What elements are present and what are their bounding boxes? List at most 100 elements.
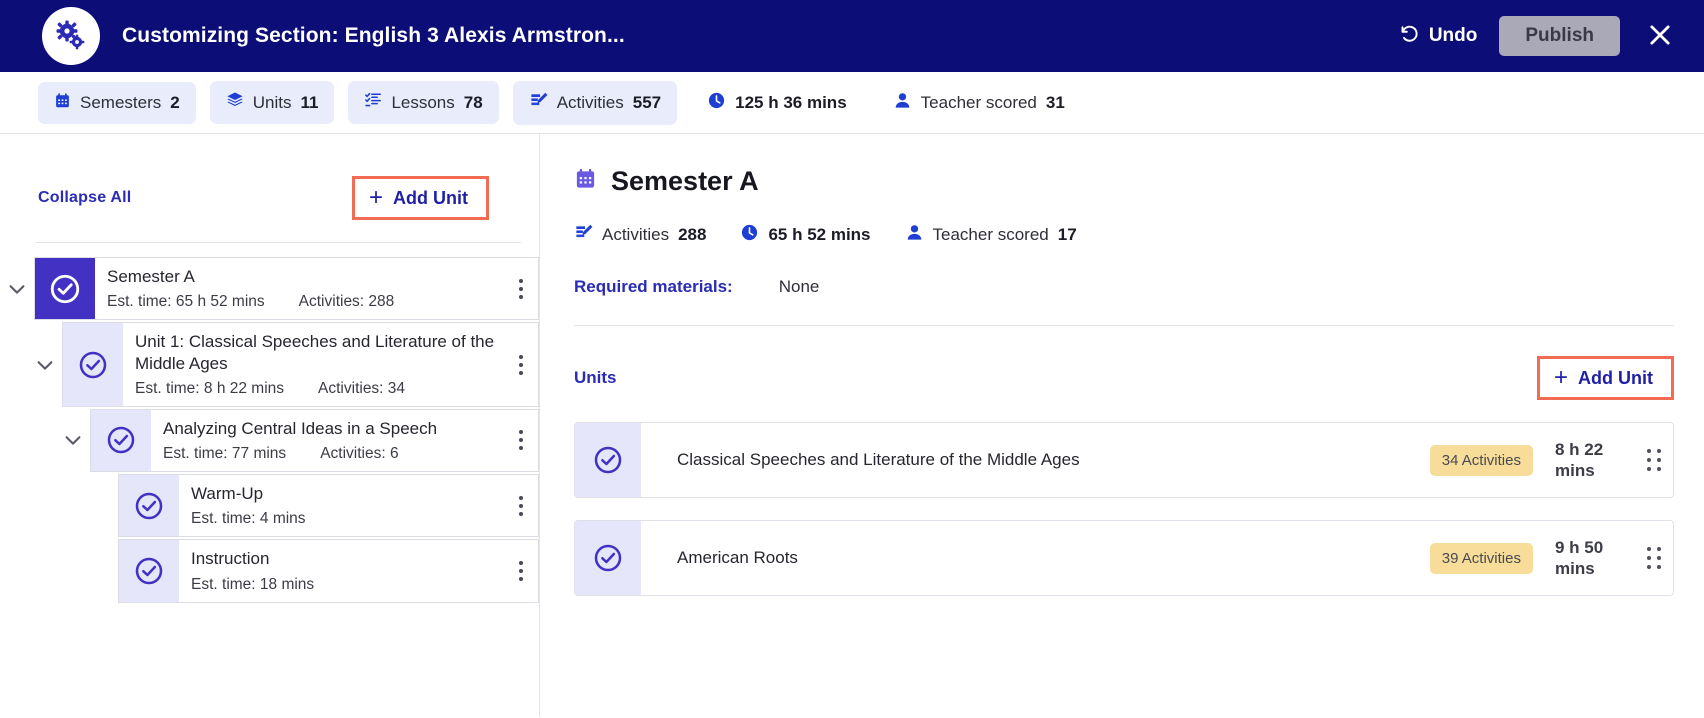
stat-lessons: Lessons 78	[348, 81, 498, 124]
drag-handle-icon[interactable]	[504, 323, 538, 406]
tree-node-warm-up[interactable]: Warm-Up Est. time: 4 mins	[118, 474, 539, 537]
required-materials-row: Required materials: None	[574, 277, 1674, 297]
page-title: Customizing Section: English 3 Alexis Ar…	[122, 24, 625, 48]
tree-node-meta: Est. time: 4 mins	[191, 510, 498, 528]
outline-toolbar: Collapse All + Add Unit	[0, 134, 539, 236]
section-stat-label: Activities	[602, 225, 669, 245]
section-stat-label: 65 h 52 mins	[768, 225, 870, 245]
tree-node-activities: Activities: 6	[320, 445, 398, 463]
section-stat-label: Teacher scored	[933, 225, 1049, 245]
outline-tree: Semester A Est. time: 65 h 52 mins Activ…	[0, 243, 539, 603]
drag-handle-icon[interactable]	[1635, 521, 1673, 595]
section-title: Semester A	[574, 166, 1674, 197]
check-circle-icon	[35, 258, 95, 319]
collapse-all-button[interactable]: Collapse All	[38, 189, 131, 207]
tree-node-activities: Activities: 288	[299, 293, 395, 311]
plus-icon: +	[1554, 366, 1568, 390]
stat-label: Units	[253, 93, 292, 113]
section-divider	[574, 325, 1674, 326]
unit-activities-badge: 34 Activities	[1430, 445, 1533, 476]
stat-label: Activities	[557, 93, 624, 113]
add-unit-label: Add Unit	[1578, 368, 1653, 389]
section-stat-activities: Activities 288	[574, 223, 706, 247]
tree-node-lesson[interactable]: Analyzing Central Ideas in a Speech Est.…	[90, 409, 539, 472]
tree-node-title: Unit 1: Classical Speeches and Literatur…	[135, 331, 498, 374]
tree-node-title: Semester A	[107, 266, 498, 287]
publish-button[interactable]: Publish	[1499, 16, 1620, 56]
tree-row: Warm-Up Est. time: 4 mins	[84, 474, 539, 537]
tree-node-time: Est. time: 4 mins	[191, 510, 306, 528]
tree-node-unit-1[interactable]: Unit 1: Classical Speeches and Literatur…	[62, 322, 539, 407]
stat-value: 11	[300, 93, 318, 113]
drag-handle-icon[interactable]	[504, 540, 538, 601]
tree-node-content: Semester A Est. time: 65 h 52 mins Activ…	[95, 258, 504, 319]
check-circle-icon	[575, 423, 641, 497]
stat-value: 31	[1046, 93, 1065, 113]
unit-activities-badge: 39 Activities	[1430, 543, 1533, 574]
drag-handle-icon[interactable]	[504, 258, 538, 319]
stat-units: Units 11	[210, 81, 335, 124]
drag-handle-icon[interactable]	[1635, 423, 1673, 497]
activity-pen-icon	[574, 223, 593, 247]
drag-handle-icon[interactable]	[504, 410, 538, 471]
stat-activities: Activities 557	[513, 81, 677, 125]
activity-pen-icon	[529, 91, 548, 115]
tree-node-meta: Est. time: 65 h 52 mins Activities: 288	[107, 293, 498, 311]
tree-node-instruction[interactable]: Instruction Est. time: 18 mins	[118, 539, 539, 602]
clock-icon	[707, 91, 726, 115]
unit-card[interactable]: American Roots 39 Activities 9 h 50 mins	[574, 520, 1674, 596]
calendar-icon	[54, 92, 71, 114]
stat-label: Semesters	[80, 93, 161, 113]
tree-node-content: Warm-Up Est. time: 4 mins	[179, 475, 504, 536]
stat-value: 2	[170, 93, 179, 113]
list-check-icon	[364, 91, 382, 114]
stat-label: 125 h 36 mins	[735, 93, 847, 113]
clock-icon	[740, 223, 759, 247]
check-circle-icon	[575, 521, 641, 595]
tree-node-content: Unit 1: Classical Speeches and Literatur…	[123, 323, 504, 406]
section-stat-teacher-scored: Teacher scored 17	[905, 223, 1077, 247]
tree-node-time: Est. time: 77 mins	[163, 445, 286, 463]
detail-panel: Semester A Activities 288	[540, 134, 1704, 717]
unit-card[interactable]: Classical Speeches and Literature of the…	[574, 422, 1674, 498]
units-header: Units + Add Unit	[574, 356, 1674, 400]
stat-value: 557	[633, 93, 661, 113]
tree-node-semester-a[interactable]: Semester A Est. time: 65 h 52 mins Activ…	[34, 257, 539, 320]
tree-row: Unit 1: Classical Speeches and Literatur…	[28, 322, 539, 407]
required-materials-label: Required materials:	[574, 277, 733, 297]
tree-row: Analyzing Central Ideas in a Speech Est.…	[56, 409, 539, 472]
outline-panel: Collapse All + Add Unit	[0, 134, 540, 717]
tree-node-meta: Est. time: 77 mins Activities: 6	[163, 445, 498, 463]
add-unit-button-right[interactable]: + Add Unit	[1537, 356, 1674, 400]
check-circle-icon	[119, 540, 179, 601]
add-unit-label: Add Unit	[393, 188, 468, 209]
add-unit-button-left[interactable]: + Add Unit	[352, 176, 489, 220]
course-stats-bar: Semesters 2 Units 11 Lessons	[0, 72, 1704, 134]
required-materials-value: None	[779, 277, 820, 297]
stat-semesters: Semesters 2	[38, 82, 196, 124]
tree-node-time: Est. time: 18 mins	[191, 576, 314, 594]
undo-button[interactable]: Undo	[1399, 23, 1478, 50]
expand-chevron-semester-a[interactable]	[0, 257, 34, 320]
expand-chevron-lesson[interactable]	[56, 409, 90, 472]
units-label: Units	[574, 368, 617, 388]
close-button[interactable]	[1642, 21, 1678, 52]
expand-chevron-unit-1[interactable]	[28, 322, 62, 407]
section-stat-value: 17	[1058, 225, 1077, 245]
tree-node-activities: Activities: 34	[318, 380, 405, 398]
tree-row: Instruction Est. time: 18 mins	[84, 539, 539, 602]
header-actions: Undo Publish	[1399, 16, 1678, 56]
tree-node-time: Est. time: 8 h 22 mins	[135, 380, 284, 398]
stat-label: Teacher scored	[921, 93, 1037, 113]
person-icon	[893, 91, 912, 115]
tree-node-content: Analyzing Central Ideas in a Speech Est.…	[151, 410, 504, 471]
tree-node-title: Warm-Up	[191, 483, 498, 504]
drag-handle-icon[interactable]	[504, 475, 538, 536]
unit-name: American Roots	[641, 521, 1430, 595]
undo-label: Undo	[1429, 25, 1478, 47]
tree-node-title: Instruction	[191, 548, 498, 569]
stat-value: 78	[464, 93, 483, 113]
unit-time: 8 h 22 mins	[1555, 439, 1629, 482]
tree-node-meta: Est. time: 8 h 22 mins Activities: 34	[135, 380, 498, 398]
chevron-placeholder	[84, 474, 118, 537]
